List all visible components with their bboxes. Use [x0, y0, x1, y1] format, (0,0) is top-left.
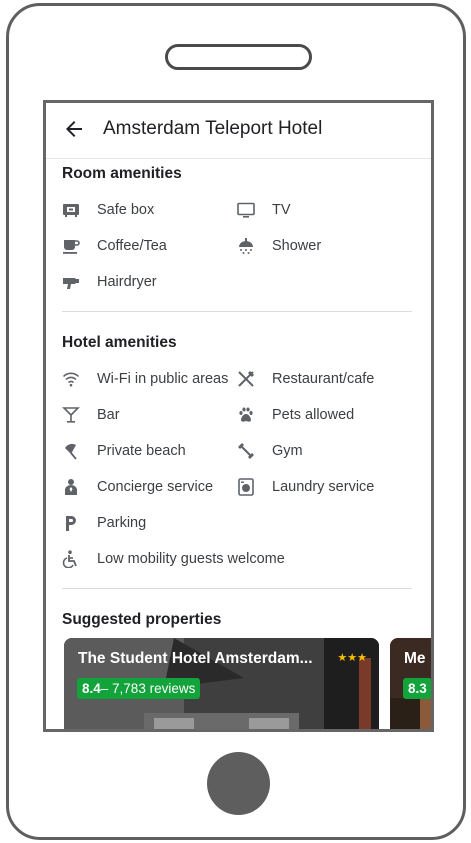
bar-icon — [62, 406, 80, 424]
amenity-laundry: Laundry service — [237, 475, 374, 499]
amenity-hairdryer: Hairdryer — [62, 270, 157, 294]
amenity-low-mobility: Low mobility guests welcome — [62, 547, 285, 571]
rating-badge: 8.4 – 7,783 reviews — [77, 678, 201, 699]
section-divider — [62, 311, 412, 312]
property-stars: ★★★ — [337, 652, 367, 664]
amenity-tv: TV — [237, 198, 291, 222]
property-card[interactable]: Me 8.3 — [390, 638, 431, 729]
app-bar: Amsterdam Teleport Hotel — [46, 103, 431, 159]
restaurant-icon — [237, 370, 255, 388]
hotel-amenities-title: Hotel amenities — [62, 334, 177, 351]
property-name: Me — [404, 650, 426, 667]
suggested-properties-title: Suggested properties — [62, 611, 222, 628]
laundry-icon — [237, 478, 255, 496]
review-count: – 7,783 reviews — [100, 681, 196, 696]
accessibility-icon — [62, 550, 80, 568]
hairdryer-icon — [62, 273, 80, 291]
amenity-bar: Bar — [62, 403, 120, 427]
rating-score: 8.4 — [82, 681, 101, 696]
amenity-wifi: Wi-Fi in public areas — [62, 367, 228, 391]
amenity-private-beach: Private beach — [62, 439, 186, 463]
coffee-icon — [62, 237, 80, 255]
room-amenities-title: Room amenities — [62, 165, 182, 182]
safe-box-icon — [62, 201, 80, 219]
rating-badge: 8.3 — [403, 678, 431, 699]
property-card[interactable]: The Student Hotel Amsterdam... ★★★ 8.4 –… — [64, 638, 379, 729]
amenity-safe-box: Safe box — [62, 198, 154, 222]
amenity-gym: Gym — [237, 439, 303, 463]
app-screen: Amsterdam Teleport Hotel Room amenities … — [43, 100, 434, 732]
section-divider — [62, 588, 412, 589]
phone-speaker — [165, 44, 312, 70]
shower-icon — [237, 237, 255, 255]
parking-icon — [62, 514, 80, 532]
amenity-coffee-tea: Coffee/Tea — [62, 234, 167, 258]
page-title: Amsterdam Teleport Hotel — [103, 118, 323, 139]
tv-icon — [237, 201, 255, 219]
rating-score: 8.3 — [408, 681, 427, 696]
wifi-icon — [62, 370, 80, 388]
amenity-restaurant: Restaurant/cafe — [237, 367, 374, 391]
property-name: The Student Hotel Amsterdam... — [78, 650, 313, 667]
amenity-parking: Parking — [62, 511, 146, 535]
beach-umbrella-icon — [62, 442, 80, 460]
amenity-shower: Shower — [237, 234, 321, 258]
dumbbell-icon — [237, 442, 255, 460]
amenity-concierge: Concierge service — [62, 475, 213, 499]
concierge-icon — [62, 478, 80, 496]
paw-icon — [237, 406, 255, 424]
home-button[interactable] — [207, 752, 270, 815]
amenity-pets: Pets allowed — [237, 403, 354, 427]
back-arrow-icon[interactable] — [62, 117, 86, 141]
